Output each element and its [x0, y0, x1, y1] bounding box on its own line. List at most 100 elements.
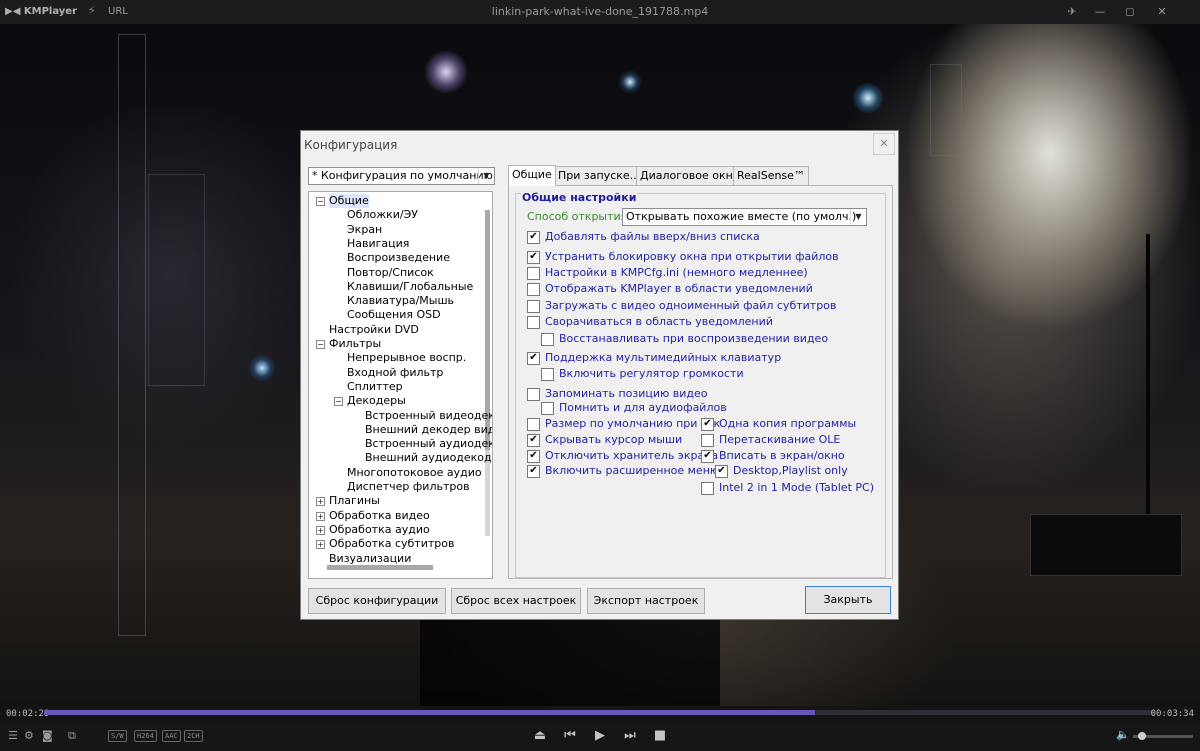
option-label[interactable]: Intel 2 in 1 Mode (Tablet PC) [719, 481, 874, 495]
tree-item[interactable]: Навигация [347, 237, 409, 251]
tree-item[interactable]: Входной фильтр [347, 366, 443, 380]
tree-item[interactable]: Сплиттер [347, 380, 403, 394]
option-label[interactable]: Сворачиваться в область уведомлений [545, 315, 773, 329]
checkbox-unchecked[interactable] [541, 402, 554, 415]
tree-item[interactable]: Обработка видео [329, 509, 430, 523]
checkbox-checked[interactable]: ✔ [527, 352, 540, 365]
option-label[interactable]: Настройки в KMPCfg.ini (немного медленне… [545, 266, 808, 280]
checkbox-unchecked[interactable] [541, 333, 554, 346]
option-label[interactable]: Добавлять файлы вверх/вниз списка [545, 230, 760, 244]
checkbox-unchecked[interactable] [527, 283, 540, 296]
preset-select[interactable]: * Конфигурация по умолчанию ▼ [308, 167, 495, 185]
checkbox-unchecked[interactable] [527, 388, 540, 401]
tree-expander-icon[interactable]: − [334, 397, 343, 407]
option-label[interactable]: Одна копия программы [719, 417, 856, 431]
maximize-icon[interactable]: ◻ [1120, 3, 1140, 21]
checkbox-unchecked[interactable] [527, 300, 540, 313]
tab[interactable]: RealSense™ [733, 166, 809, 185]
option-label[interactable]: Восстанавливать при воспроизведении виде… [559, 332, 828, 346]
tab[interactable]: Диалоговое окно [636, 166, 744, 185]
minimize-icon[interactable]: — [1090, 3, 1110, 21]
tree-item[interactable]: Фильтры [329, 337, 381, 351]
tree-expander-icon[interactable]: + [316, 525, 325, 535]
tree-horizontal-scrollbar[interactable] [327, 565, 433, 570]
next-icon[interactable]: ⏭ [620, 727, 640, 745]
close-icon[interactable]: ✕ [1152, 3, 1172, 21]
checkbox-unchecked[interactable] [701, 482, 714, 495]
tab[interactable]: При запуске... [554, 166, 645, 185]
option-label[interactable]: Запоминать позицию видео [545, 387, 708, 401]
tree-item[interactable]: Клавиатура/Мышь [347, 294, 454, 308]
tree-item[interactable]: Обработка субтитров [329, 537, 454, 551]
checkbox-unchecked[interactable] [701, 434, 714, 447]
dialog-close-icon[interactable]: ✕ [873, 133, 895, 155]
option-label[interactable]: Перетаскивание OLE [719, 433, 840, 447]
capture-icon[interactable]: ⧉ [68, 728, 76, 744]
tree-item[interactable]: Визуализации [329, 552, 411, 566]
seek-bar[interactable] [44, 710, 1154, 715]
tree-item[interactable]: Непрерывное воспр. [347, 351, 466, 365]
option-label[interactable]: Поддержка мультимедийных клавиатур [545, 351, 781, 365]
chevron-down-icon[interactable]: ▼ [850, 209, 866, 225]
tree-expander-icon[interactable]: − [316, 340, 325, 349]
volume-icon[interactable]: 🔈 [1116, 727, 1130, 743]
tree-item[interactable]: Многопотоковое аудио [347, 466, 482, 480]
close-button[interactable]: Закрыть [805, 586, 891, 614]
tree-item[interactable]: Воспроизведение [347, 251, 450, 265]
tree-item[interactable]: Встроенный аудиодек [365, 437, 492, 451]
settings-gear-icon[interactable]: ⚙ [24, 728, 34, 744]
tree-item[interactable]: Плагины [329, 494, 380, 508]
option-label[interactable]: Помнить и для аудиофайлов [559, 401, 727, 415]
tree-vertical-scrollbar[interactable] [485, 210, 490, 536]
option-label[interactable]: Включить расширенное меню [545, 464, 719, 478]
checkbox-checked[interactable]: ✔ [527, 465, 540, 478]
option-label[interactable]: Включить регулятор громкости [559, 367, 744, 381]
checkbox-checked[interactable]: ✔ [701, 450, 714, 463]
tree-item[interactable]: Сообщения OSD [347, 308, 441, 322]
tree-item[interactable]: Обработка аудио [329, 523, 430, 537]
vr-icon[interactable]: ◙ [42, 728, 53, 744]
tree-item[interactable]: Встроенный видеодек [365, 409, 492, 423]
option-label[interactable]: Размер по умолчанию при зак [545, 417, 720, 431]
tree-item[interactable]: Диспетчер фильтров [347, 480, 470, 494]
checkbox-unchecked[interactable] [527, 267, 540, 280]
checkbox-checked[interactable]: ✔ [527, 450, 540, 463]
option-label[interactable]: Вписать в экран/окно [719, 449, 845, 463]
checkbox-unchecked[interactable] [541, 368, 554, 381]
tree-item[interactable]: Клавиши/Глобальные [347, 280, 473, 294]
checkbox-checked[interactable]: ✔ [715, 465, 728, 478]
option-label[interactable]: Устранить блокировку окна при открытии ф… [545, 250, 839, 264]
tree-expander-icon[interactable]: + [316, 497, 325, 507]
tab[interactable]: Общие [508, 165, 556, 186]
pin-icon[interactable]: ✈ [1062, 3, 1082, 21]
chevron-down-icon[interactable]: ▼ [478, 168, 494, 184]
tree-item[interactable]: Общие [329, 194, 369, 208]
tree-item[interactable]: Настройки DVD [329, 323, 419, 337]
tree-item[interactable]: Экран [347, 223, 382, 237]
volume-knob[interactable] [1138, 732, 1146, 740]
export-settings-button[interactable]: Экспорт настроек [587, 588, 705, 614]
option-label[interactable]: Загружать с видео одноименный файл субти… [545, 299, 836, 313]
stop-icon[interactable]: ■ [650, 727, 670, 745]
tree-item[interactable]: Обложки/ЭУ [347, 208, 418, 222]
checkbox-checked[interactable]: ✔ [527, 251, 540, 264]
volume-slider[interactable] [1133, 732, 1193, 740]
tree-item[interactable]: Декодеры [347, 394, 406, 408]
checkbox-unchecked[interactable] [527, 418, 540, 431]
checkbox-checked[interactable]: ✔ [527, 231, 540, 244]
tree-expander-icon[interactable]: + [316, 540, 325, 550]
play-icon[interactable]: ▶ [590, 727, 610, 745]
previous-icon[interactable]: ⏮ [560, 727, 580, 745]
option-label[interactable]: Отображать KMPlayer в области уведомлени… [545, 282, 813, 296]
reset-config-button[interactable]: Сброс конфигурации [308, 588, 446, 614]
checkbox-checked[interactable]: ✔ [527, 434, 540, 447]
option-label[interactable]: Desktop,Playlist only [733, 464, 848, 478]
tree-item[interactable]: Повтор/Список [347, 266, 434, 280]
menu-icon[interactable]: ☰ [8, 728, 18, 744]
tree-expander-icon[interactable]: − [316, 197, 325, 206]
tree-expander-icon[interactable]: + [316, 511, 325, 521]
eject-icon[interactable]: ⏏ [530, 727, 550, 745]
tree-item[interactable]: Внешний аудиодекоде [365, 451, 492, 465]
checkbox-checked[interactable]: ✔ [701, 418, 714, 431]
option-label[interactable]: Отключить хранитель экрана [545, 449, 718, 463]
